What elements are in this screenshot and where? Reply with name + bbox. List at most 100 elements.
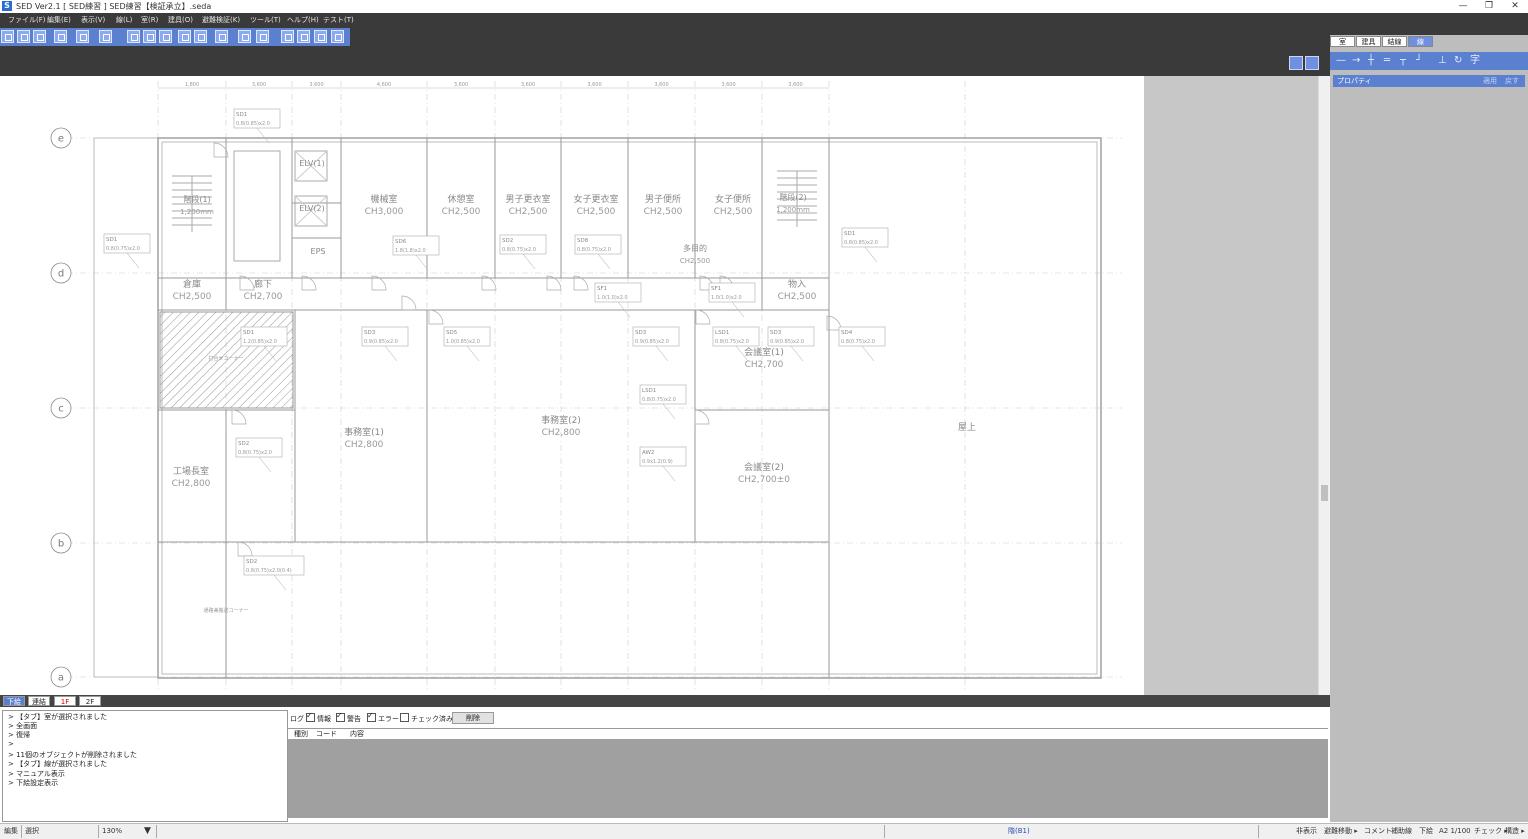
room-name: 階段(2) bbox=[779, 192, 806, 202]
floor-down-icon[interactable] bbox=[297, 30, 310, 43]
dimension-icon[interactable]: ⊥ bbox=[1438, 56, 1447, 66]
status-underlay[interactable]: 下絵 bbox=[1419, 826, 1433, 837]
layer-icon[interactable] bbox=[256, 30, 269, 43]
zoom-fit-icon[interactable] bbox=[127, 30, 140, 43]
console-line: > 【タブ】室が選択されました bbox=[8, 713, 108, 721]
line-cross-icon[interactable]: ┼ bbox=[1368, 56, 1374, 66]
status-evac-move[interactable]: 避難移動 ▸ bbox=[1324, 826, 1358, 837]
door-code: SD2 bbox=[238, 441, 249, 447]
menu-test[interactable]: テスト(T) bbox=[323, 14, 354, 26]
close-button[interactable]: ✕ bbox=[1500, 0, 1528, 13]
tab-room[interactable]: 室 bbox=[1330, 36, 1355, 47]
status-paper-scale[interactable]: A2 1/100 bbox=[1439, 826, 1471, 837]
log-table-body[interactable] bbox=[288, 739, 1328, 818]
filter-error-checkbox[interactable] bbox=[367, 710, 376, 722]
line-double-icon[interactable]: ═ bbox=[1384, 56, 1390, 66]
floor-copy-icon[interactable] bbox=[314, 30, 327, 43]
new-file-icon[interactable] bbox=[1, 30, 14, 43]
undo-icon[interactable] bbox=[76, 30, 89, 43]
floor-tabs: 下絵 連結 1F 2F bbox=[0, 695, 1330, 707]
align-horizontal-icon[interactable] bbox=[215, 30, 228, 43]
page-setup-icon[interactable] bbox=[54, 30, 67, 43]
door-spec: 0.8(0.75)x2.0(0.4) bbox=[246, 568, 292, 574]
line-arrow-icon[interactable]: → bbox=[1352, 56, 1360, 66]
door-code: SD1 bbox=[243, 330, 254, 336]
rotate-icon[interactable]: ↻ bbox=[1454, 56, 1462, 66]
column-type[interactable]: 種別 bbox=[294, 729, 308, 739]
redo-icon[interactable] bbox=[99, 30, 112, 43]
room-ceiling-height: CH2,500 bbox=[442, 207, 481, 217]
door-leader bbox=[126, 252, 140, 269]
zoom-out-icon[interactable] bbox=[159, 30, 172, 43]
column-code[interactable]: コード bbox=[316, 729, 337, 739]
line-draw-icon[interactable]: — bbox=[1336, 56, 1346, 66]
menu-view[interactable]: 表示(V) bbox=[81, 14, 105, 26]
properties-apply-button[interactable]: 適用 bbox=[1483, 75, 1497, 87]
door-spec: 0.8(0.75)x2.0 bbox=[106, 246, 140, 252]
column-content[interactable]: 内容 bbox=[350, 729, 364, 739]
clear-log-button[interactable]: 削除 bbox=[452, 712, 494, 724]
command-console[interactable]: > 【タブ】室が選択されました > 全画面 > 復帰 > > 11個のオブジェク… bbox=[2, 710, 288, 822]
properties-revert-button[interactable]: 戻す bbox=[1505, 75, 1519, 87]
door-spec: 0.8(0.75)x2.0 bbox=[642, 397, 676, 403]
filter-checked[interactable]: チェック済み bbox=[400, 713, 453, 725]
room-ceiling-height: CH2,500 bbox=[509, 207, 548, 217]
filter-checked-checkbox[interactable] bbox=[400, 713, 409, 722]
status-hidden[interactable]: 非表示 bbox=[1296, 826, 1317, 837]
room-ceiling-height: CH2,500 bbox=[577, 207, 616, 217]
pointer-select-icon[interactable] bbox=[1289, 56, 1303, 70]
area-select-icon[interactable] bbox=[1305, 56, 1319, 70]
tab-floor-2f[interactable]: 2F bbox=[79, 696, 101, 706]
tab-underlay[interactable]: 下絵 bbox=[3, 696, 25, 706]
floor-up-icon[interactable] bbox=[281, 30, 294, 43]
tab-floor-1f[interactable]: 1F bbox=[54, 696, 76, 706]
filter-info-checkbox[interactable] bbox=[306, 710, 315, 722]
door-swing bbox=[231, 409, 247, 425]
menu-file[interactable]: ファイル(F) bbox=[8, 14, 46, 26]
status-check[interactable]: チェック ▸ bbox=[1474, 826, 1508, 837]
menu-help[interactable]: ヘルプ(H) bbox=[287, 14, 319, 26]
line-corner-icon[interactable]: ┘ bbox=[1416, 56, 1422, 66]
tab-link[interactable]: 連結 bbox=[28, 696, 50, 706]
open-file-icon[interactable] bbox=[17, 30, 30, 43]
save-file-icon[interactable] bbox=[33, 30, 46, 43]
floor-delete-icon[interactable] bbox=[331, 30, 344, 43]
outside-sheet-area bbox=[1144, 76, 1318, 695]
tab-line[interactable]: 線 bbox=[1408, 36, 1433, 47]
filter-info[interactable]: 情報 bbox=[306, 710, 331, 725]
grid-icon[interactable] bbox=[178, 30, 191, 43]
drawing-canvas[interactable]: 1,800 3,600 3,600 4,600 3,600 3,600 3,600 3,600… bbox=[2, 76, 1144, 695]
menu-evacuation[interactable]: 避難検証(K) bbox=[202, 14, 240, 26]
status-comment[interactable]: コメント bbox=[1364, 826, 1392, 837]
filter-warning-checkbox[interactable] bbox=[336, 710, 345, 722]
status-aux-line[interactable]: 補助線 bbox=[1391, 826, 1412, 837]
text-icon[interactable]: 字 bbox=[1470, 56, 1480, 66]
filter-checked-label: チェック済み bbox=[411, 715, 453, 723]
align-vertical-icon[interactable] bbox=[238, 30, 251, 43]
zoom-in-icon[interactable] bbox=[143, 30, 156, 43]
menu-tools[interactable]: ツール(T) bbox=[250, 14, 281, 26]
log-label: ログ bbox=[290, 715, 304, 723]
status-tool: 選択 bbox=[25, 827, 39, 835]
status-structure[interactable]: 構造 ▸ bbox=[1505, 826, 1525, 837]
menu-edit[interactable]: 編集(E) bbox=[47, 14, 71, 26]
line-tee-icon[interactable]: ┬ bbox=[1400, 56, 1406, 66]
snap-icon[interactable] bbox=[194, 30, 207, 43]
door-spec: 1.2(0.85)x2.0 bbox=[243, 339, 277, 345]
floor-plan[interactable]: 1,800 3,600 3,600 4,600 3,600 3,600 3,600 3,600… bbox=[2, 76, 1144, 695]
tab-fixture[interactable]: 建具 bbox=[1356, 36, 1381, 47]
zoom-dropdown-icon[interactable]: ▼ bbox=[144, 826, 151, 837]
menu-fixture[interactable]: 建具(O) bbox=[168, 14, 193, 26]
line-tools-toolbar: — → ┼ ═ ┬ ┘ ⊥ ↻ 字 bbox=[1330, 52, 1528, 70]
room-ceiling-height: CH2,500 bbox=[778, 292, 817, 302]
tab-connection[interactable]: 結線 bbox=[1382, 36, 1407, 47]
filter-error[interactable]: エラー bbox=[367, 710, 399, 725]
filter-warning[interactable]: 警告 bbox=[336, 710, 361, 725]
door-code: SD1 bbox=[106, 237, 117, 243]
zoom-value[interactable]: 130% bbox=[102, 826, 122, 837]
menu-room[interactable]: 室(R) bbox=[141, 14, 158, 26]
menu-line[interactable]: 線(L) bbox=[116, 14, 132, 26]
vertical-scrollbar[interactable] bbox=[1318, 76, 1330, 695]
door-code: SD4 bbox=[841, 330, 853, 336]
scrollbar-thumb[interactable] bbox=[1321, 485, 1328, 501]
